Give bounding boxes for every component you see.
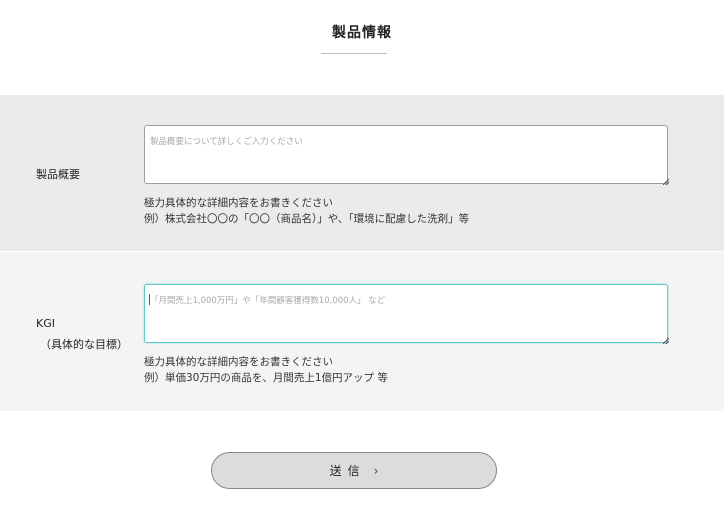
kgi-hint-2: 例）単価30万円の商品を、月間売上1億円アップ 等: [144, 372, 388, 384]
submit-button[interactable]: 送信 ›: [211, 452, 497, 489]
submit-label: 送信: [329, 464, 366, 478]
resize-grip-icon[interactable]: [663, 179, 669, 185]
chevron-right-icon: ›: [373, 463, 379, 478]
kgi-label-sub: （具体的な目標）: [40, 338, 128, 351]
text-caret: [149, 294, 150, 305]
title-underline: [321, 53, 387, 54]
kgi-textarea[interactable]: [144, 284, 668, 343]
product-overview-textarea[interactable]: [144, 125, 668, 184]
kgi-label: KGI: [36, 317, 55, 330]
product-overview-hint-2: 例）株式会社〇〇の「〇〇（商品名）」や、「環境に配慮した洗剤」等: [144, 213, 470, 225]
kgi-label-group: KGI （具体的な目標）: [36, 315, 128, 354]
resize-grip-icon[interactable]: [663, 338, 669, 344]
product-overview-label: 製品概要: [36, 168, 80, 181]
page-title: 製品情報: [332, 25, 392, 41]
